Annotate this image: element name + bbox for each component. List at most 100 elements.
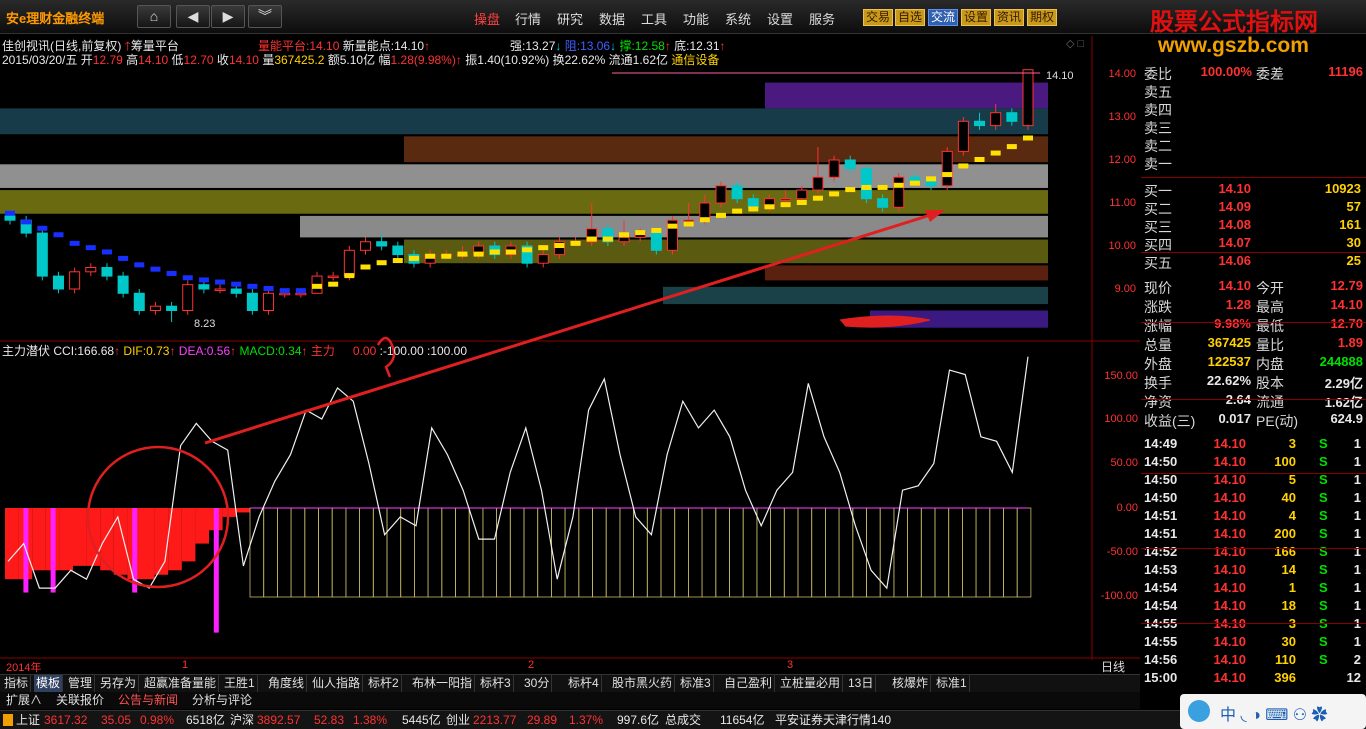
- tab-18[interactable]: 核爆炸: [890, 675, 932, 692]
- tab-4[interactable]: 超赢准备量能: [142, 675, 220, 692]
- menu-xitong[interactable]: 系统: [725, 9, 751, 28]
- tab-0[interactable]: 指标: [2, 675, 32, 692]
- candle-body: [85, 267, 97, 273]
- support-dash: [392, 258, 403, 264]
- tab-5[interactable]: 王胜1: [222, 675, 258, 692]
- price-tick: 11.00: [1109, 197, 1136, 209]
- price-tick: 10.00: [1108, 240, 1136, 252]
- status-bar: 上证 3617.32 35.05 0.98% 6518亿 沪深 3892.57 …: [0, 710, 1366, 729]
- zero-box: [920, 507, 936, 598]
- app-logo: 安e理财金融终端: [6, 11, 105, 26]
- tab-3[interactable]: 另存为: [98, 675, 140, 692]
- back-button[interactable]: ◀: [176, 5, 210, 28]
- candle-body: [618, 236, 630, 243]
- zero-box: [359, 507, 374, 598]
- zero-box: [468, 507, 484, 598]
- menu-shuju[interactable]: 数据: [599, 9, 625, 28]
- zero-box: [866, 507, 881, 598]
- tab-7[interactable]: 仙人指路: [310, 675, 364, 692]
- options-button[interactable]: 期权: [1027, 9, 1058, 26]
- candle-body: [36, 232, 48, 277]
- double-chevron-down-icon: ︾: [258, 8, 272, 24]
- support-dash: [715, 212, 726, 218]
- candle-body: [812, 176, 824, 191]
- zero-box: [701, 507, 717, 598]
- trade-button[interactable]: 交易: [863, 9, 894, 26]
- candle-body: [877, 198, 889, 208]
- candle-body: [214, 288, 226, 291]
- tab-6[interactable]: 角度线: [266, 675, 308, 692]
- zero-box: [276, 507, 292, 598]
- support-dash: [586, 236, 597, 242]
- ime-toolbar-icons[interactable]: 中 ◟ ◑ ⌨ ⚇ ✿: [1220, 701, 1328, 725]
- menu-gongju[interactable]: 工具: [641, 9, 667, 28]
- tab-11[interactable]: 30分: [522, 675, 553, 692]
- ime-logo-icon: [1188, 700, 1210, 722]
- chart-options-icon[interactable]: ◇ □: [1066, 37, 1084, 50]
- menu-shezhi[interactable]: 设置: [767, 9, 793, 28]
- menu-gongneng[interactable]: 功能: [683, 9, 709, 28]
- subtab-2[interactable]: 公告与新闻: [114, 692, 182, 708]
- zero-box: [318, 507, 333, 598]
- zero-box: [523, 507, 539, 598]
- tab-9[interactable]: 布林一阳指: [410, 675, 476, 692]
- tab-13[interactable]: 股市黑火药: [610, 675, 676, 692]
- settings-button[interactable]: 设置: [961, 9, 992, 26]
- zero-box: [783, 507, 799, 598]
- candle-body: [117, 275, 129, 294]
- panel-divider: [1141, 399, 1366, 400]
- zero-box: [551, 507, 566, 598]
- zero-box: [592, 507, 607, 598]
- main-bar: [73, 508, 87, 566]
- tab-15[interactable]: 自己盈利: [722, 675, 776, 692]
- support-dash: [408, 255, 419, 261]
- support-dash: [150, 266, 161, 272]
- price-tick: 14.00: [1108, 68, 1136, 80]
- tab-16[interactable]: 立桩量必用: [778, 675, 844, 692]
- watchlist-button[interactable]: 自选: [895, 9, 926, 26]
- menu-expand-button[interactable]: ︾: [248, 5, 282, 28]
- subtab-0[interactable]: 扩展∧: [2, 692, 46, 708]
- menu-hangqing[interactable]: 行情: [515, 9, 541, 28]
- candle-body: [683, 219, 695, 223]
- news-button[interactable]: 资讯: [994, 9, 1025, 26]
- support-dash: [764, 204, 775, 210]
- ime-toolbar[interactable]: 中 ◟ ◑ ⌨ ⚇ ✿: [1180, 694, 1366, 729]
- zero-box: [674, 507, 689, 598]
- menu-fuwu[interactable]: 服务: [809, 9, 835, 28]
- candle-body: [1022, 69, 1034, 127]
- menu-caopan[interactable]: 操盘: [474, 9, 500, 28]
- support-dash: [279, 288, 290, 294]
- tab-14[interactable]: 标准3: [678, 675, 714, 692]
- period-label[interactable]: 日线: [1101, 658, 1125, 675]
- zero-box: [441, 507, 456, 598]
- price-tick: 12.00: [1108, 154, 1136, 166]
- support-dash: [376, 260, 387, 266]
- tab-2[interactable]: 管理: [66, 675, 96, 692]
- support-dash: [990, 150, 1001, 156]
- tab-12[interactable]: 标杆4: [566, 675, 602, 692]
- time-label: 3: [787, 659, 794, 671]
- menu-yanjiu[interactable]: 研究: [557, 9, 583, 28]
- home-button[interactable]: ⌂: [137, 5, 171, 28]
- tab-19[interactable]: 标准1: [934, 675, 970, 692]
- zero-box: [290, 507, 306, 598]
- zero-box: [427, 507, 443, 598]
- zero-box: [1016, 507, 1032, 598]
- tab-1[interactable]: 模板: [34, 675, 64, 692]
- candle-body: [343, 249, 355, 277]
- support-dash: [328, 281, 339, 287]
- forward-button[interactable]: ▶: [211, 5, 245, 28]
- price-band: [765, 265, 1048, 281]
- support-dash: [5, 210, 15, 216]
- support-dash: [231, 281, 242, 287]
- tab-10[interactable]: 标杆3: [478, 675, 514, 692]
- subtab-3[interactable]: 分析与评论: [188, 692, 256, 708]
- zero-box: [688, 507, 703, 598]
- quote-panel: 委比 100.00% 委差 11196 卖五 卖四 卖三 卖二 卖一 买一 14.10 10923 买二…: [1141, 62, 1366, 690]
- support-dash: [812, 195, 823, 201]
- tab-17[interactable]: 13日: [846, 675, 877, 692]
- community-button[interactable]: 交流: [928, 9, 959, 26]
- subtab-1[interactable]: 关联报价: [52, 692, 108, 708]
- tab-8[interactable]: 标杆2: [366, 675, 402, 692]
